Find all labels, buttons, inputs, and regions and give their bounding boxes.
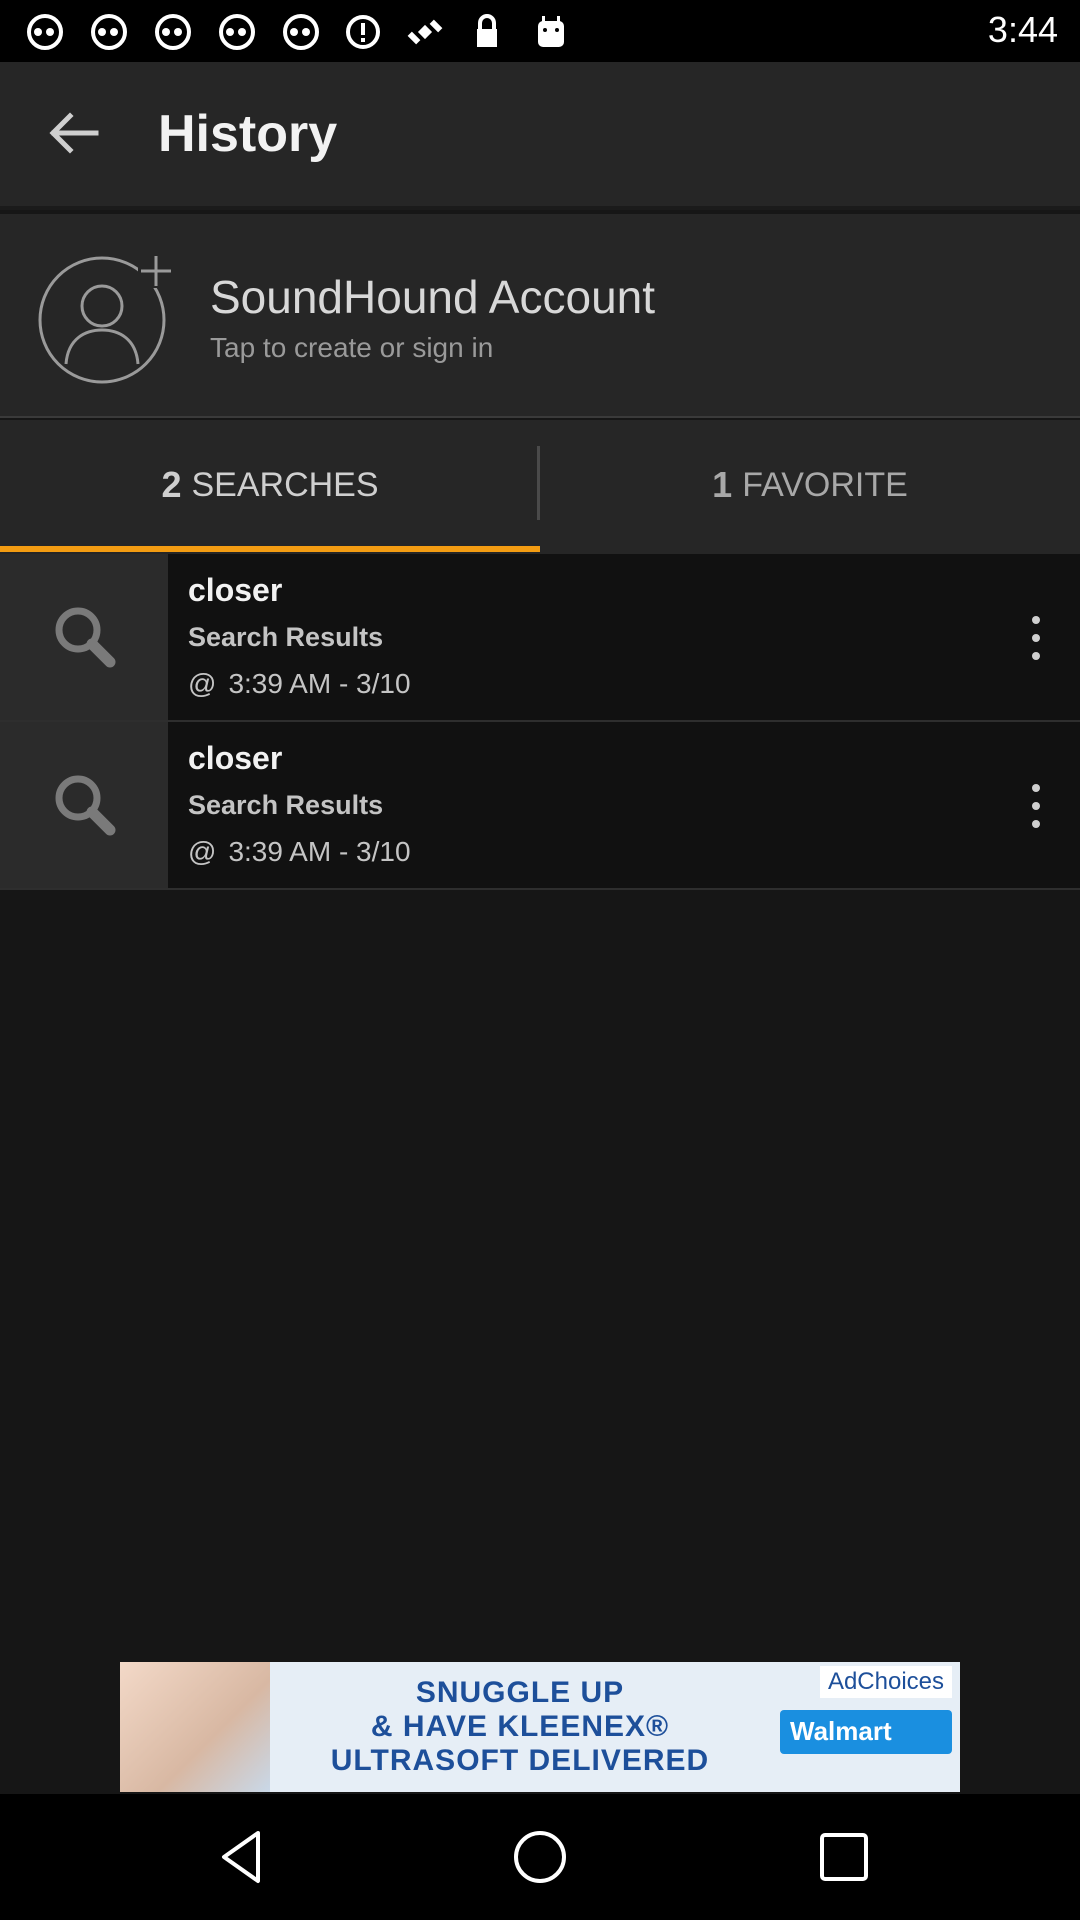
account-signin[interactable]: SoundHound Account Tap to create or sign…: [0, 214, 1080, 418]
ad-banner[interactable]: SNUGGLE UP & HAVE KLEENEX® ULTRASOFT DEL…: [120, 1662, 960, 1792]
ad-line-3: ULTRASOFT DELIVERED: [330, 1744, 710, 1777]
more-vert-icon[interactable]: [1014, 608, 1058, 668]
app-bar: History: [0, 62, 1080, 210]
satellite-icon: [407, 19, 443, 45]
nav-bar: [0, 1794, 1080, 1920]
ad-text: SNUGGLE UP & HAVE KLEENEX® ULTRASOFT DEL…: [270, 1676, 770, 1778]
tab-searches-count: 2: [161, 464, 182, 505]
more-vert-icon[interactable]: [1014, 776, 1058, 836]
add-user-icon: [38, 252, 174, 384]
tab-searches-label: SEARCHES: [191, 465, 379, 504]
list-item-icon-box: [0, 554, 168, 720]
ad-line-2: & HAVE KLEENEX®: [370, 1710, 670, 1743]
list-item[interactable]: closer Search Results @3:39 AM - 3/10: [0, 722, 1080, 890]
list-item-time: @3:39 AM - 3/10: [188, 668, 411, 700]
tab-favorites-label: FAVORITE: [742, 465, 908, 504]
tab-selected-indicator: [0, 546, 540, 552]
history-list: closer Search Results @3:39 AM - 3/10 cl…: [0, 554, 1080, 890]
adchoices-link[interactable]: AdChoices: [819, 1666, 952, 1698]
account-title: SoundHound Account: [210, 271, 656, 323]
ad-photo: [120, 1662, 270, 1792]
status-time: 3:44: [987, 9, 1058, 50]
at-sign: @: [188, 668, 217, 699]
abc7-icon: [27, 14, 63, 50]
arrow-left-icon[interactable]: [38, 98, 108, 168]
list-item-title: closer: [188, 572, 283, 608]
back-nav-icon[interactable]: [210, 1825, 274, 1889]
list-item-title: closer: [188, 740, 283, 776]
list-item[interactable]: closer Search Results @3:39 AM - 3/10: [0, 554, 1080, 722]
abc7-icon: [155, 14, 191, 50]
list-item-timestamp: 3:39 AM - 3/10: [228, 668, 411, 699]
search-icon: [55, 607, 116, 668]
ad-line-1: SNUGGLE UP: [415, 1676, 625, 1709]
tab-searches[interactable]: 2 SEARCHES: [0, 420, 540, 550]
list-item-icon-box: [0, 722, 168, 888]
home-nav-icon[interactable]: [508, 1825, 572, 1889]
page-title: History: [158, 105, 338, 163]
history-tabs: 2 SEARCHES 1 FAVORITE: [0, 420, 1080, 554]
list-item-timestamp: 3:39 AM - 3/10: [228, 836, 411, 867]
tab-favorites-count: 1: [712, 464, 733, 505]
lock-icon: [477, 14, 497, 47]
search-icon: [55, 775, 116, 836]
account-subtitle: Tap to create or sign in: [210, 332, 494, 363]
android-icon: [538, 16, 564, 47]
abc7-icon: [91, 14, 127, 50]
at-sign: @: [188, 836, 217, 867]
list-item-type: Search Results: [188, 622, 384, 652]
alert-icon: [346, 15, 380, 49]
list-item-type: Search Results: [188, 790, 384, 820]
abc7-icon: [219, 14, 255, 50]
list-item-time: @3:39 AM - 3/10: [188, 836, 411, 868]
ad-brand-logo: Walmart: [780, 1710, 952, 1754]
recents-nav-icon[interactable]: [812, 1825, 876, 1889]
tab-favorites[interactable]: 1 FAVORITE: [540, 420, 1080, 550]
abc7-icon: [283, 14, 319, 50]
status-bar: 3:44: [0, 0, 1080, 62]
